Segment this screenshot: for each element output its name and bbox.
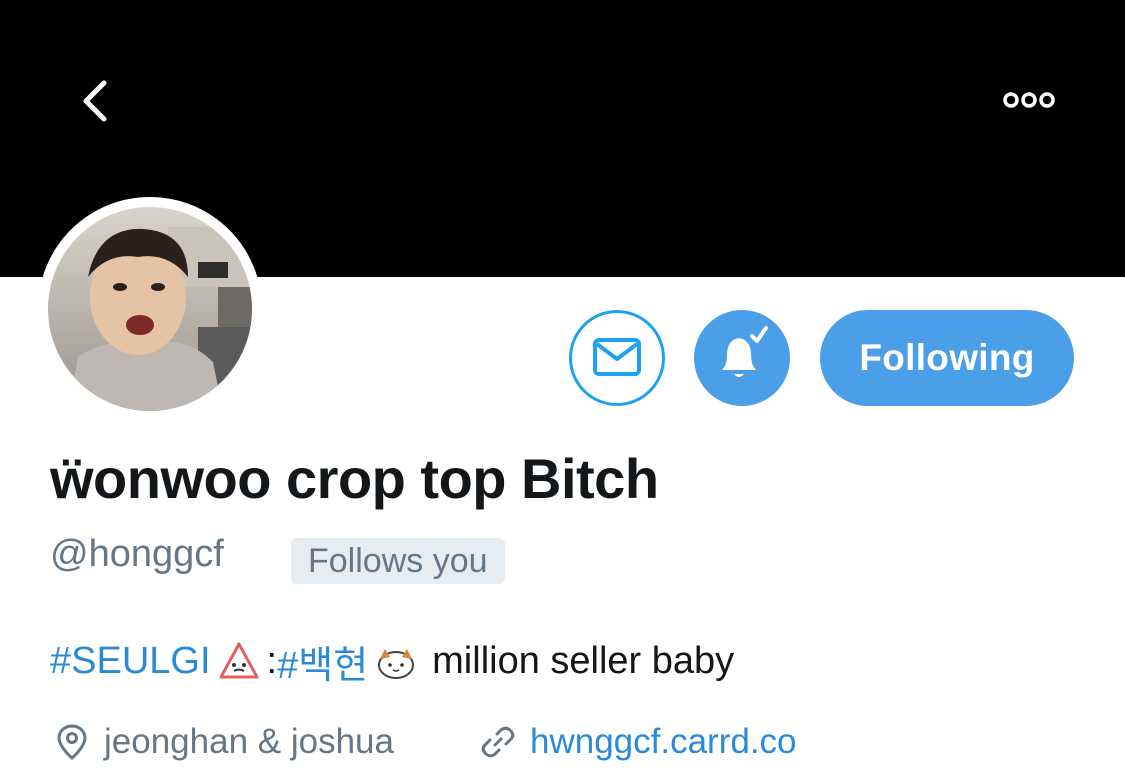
hashtag-link-baekhyun[interactable]: #백현 <box>277 634 368 689</box>
puppy-face-icon <box>378 649 415 679</box>
user-handle: @honggcf <box>50 533 224 575</box>
envelope-icon <box>593 338 641 376</box>
bio-separator: : <box>266 639 278 682</box>
location-pin-icon <box>57 724 87 760</box>
location-text: jeonghan & joshua <box>104 722 394 761</box>
hashtag-link-seulgi[interactable]: #SEULGI <box>50 640 211 683</box>
website-link[interactable]: hwnggcf.carrd.co <box>530 722 797 762</box>
back-button[interactable] <box>66 66 126 136</box>
bell-check-icon <box>722 326 768 377</box>
display-name: ẅonwoo crop top Bitch <box>50 447 659 510</box>
avatar[interactable] <box>38 197 262 421</box>
ellipsis-icon <box>1003 92 1055 108</box>
avatar-photo <box>48 207 252 411</box>
bio: #SEULGI : #백현 million seller baby <box>50 634 734 688</box>
notifications-button[interactable] <box>694 310 790 406</box>
warning-character-icon <box>219 642 259 679</box>
location-info: jeonghan & joshua <box>52 716 394 768</box>
more-options-button[interactable] <box>990 80 1070 120</box>
link-icon <box>481 726 515 758</box>
website-info: hwnggcf.carrd.co <box>478 716 797 768</box>
bio-text: million seller baby <box>432 639 735 682</box>
message-button[interactable] <box>569 310 665 406</box>
following-button[interactable]: Following <box>820 310 1074 406</box>
follows-you-badge: Follows you <box>291 538 505 584</box>
chevron-left-icon <box>83 80 107 122</box>
